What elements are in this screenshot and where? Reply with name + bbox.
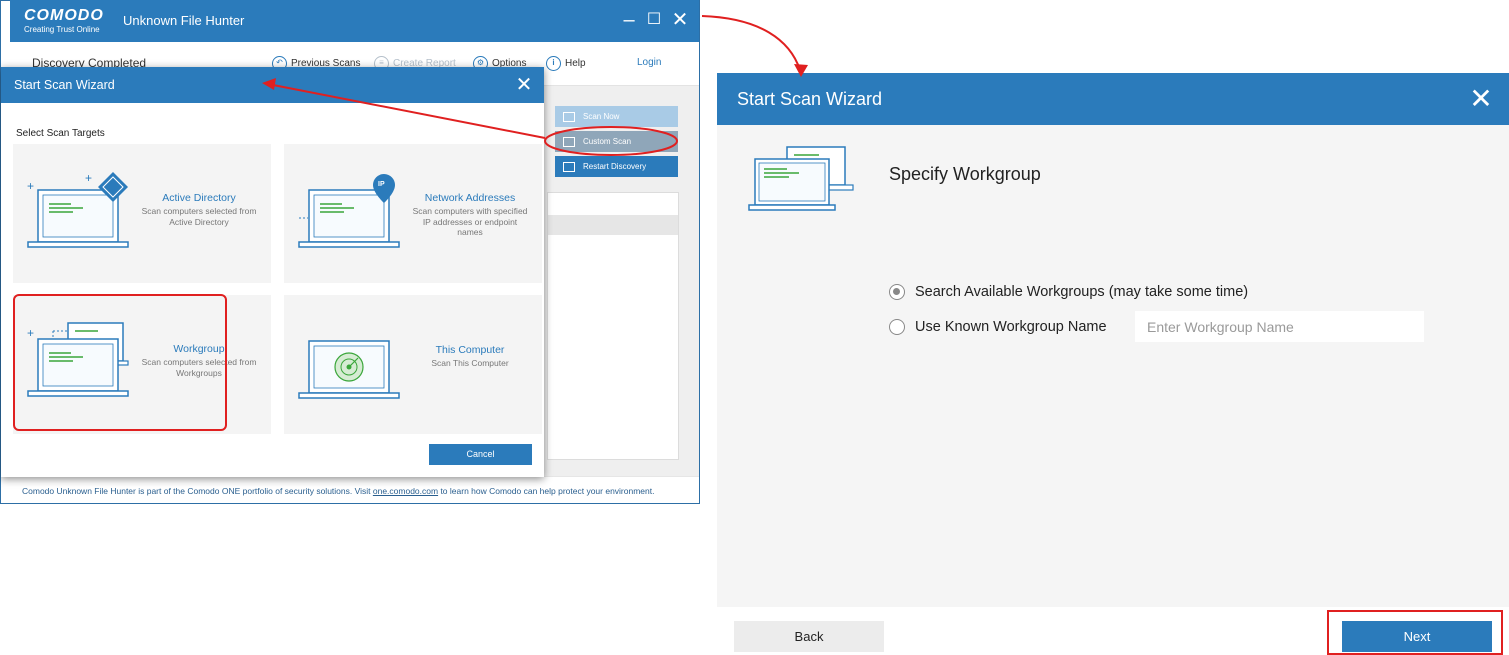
this-computer-icon [298, 340, 400, 399]
close-icon[interactable]: ✕ [513, 73, 535, 97]
active-directory-icon: + + [27, 172, 129, 248]
scan-now-label: Scan Now [583, 112, 620, 121]
workgroup-highlight [13, 294, 227, 431]
close-icon[interactable]: ✕ [669, 8, 691, 32]
results-header-row [548, 215, 678, 235]
start-scan-wizard-expanded: Start Scan Wizard ✕ Specify Workgroup Se… [717, 73, 1509, 655]
tile-desc: Scan computers with specified IP address… [412, 206, 528, 237]
workgroup-icon [748, 146, 854, 211]
workgroup-name-input[interactable] [1135, 311, 1424, 342]
restart-discovery-label: Restart Discovery [583, 162, 647, 171]
info-icon: i [546, 55, 561, 71]
tile-title: Active Directory [162, 192, 236, 204]
help-label: Help [565, 57, 586, 69]
results-panel [547, 192, 679, 460]
list-icon [563, 111, 575, 122]
custom-scan-icon [563, 136, 575, 147]
next-highlight [1327, 610, 1503, 655]
restart-discovery-button[interactable]: Restart Discovery [555, 156, 678, 177]
svg-text:+: + [85, 172, 92, 185]
comodo-logo: COMODO [24, 7, 104, 24]
dialog-title: Start Scan Wizard [14, 78, 115, 92]
help-button[interactable]: i Help [546, 54, 586, 72]
svg-text:+: + [27, 179, 34, 193]
app-title: Unknown File Hunter [123, 13, 245, 28]
title-bar: COMODO Creating Trust Online Unknown Fil… [10, 0, 699, 42]
known-workgroup-option[interactable]: Use Known Workgroup Name [889, 319, 1107, 335]
custom-scan-button[interactable]: Custom Scan [555, 131, 678, 152]
tile-network-addresses[interactable]: IP Network Addresses Scan computers with… [284, 144, 542, 283]
scan-now-button[interactable]: Scan Now [555, 106, 678, 127]
step-title: Specify Workgroup [889, 164, 1041, 184]
tile-text: Network Addresses Scan computers with sp… [410, 192, 530, 238]
footer-link[interactable]: one.comodo.com [373, 486, 438, 496]
footer-text-start: Comodo Unknown File Hunter is part of th… [22, 486, 373, 496]
tile-this-computer[interactable]: This Computer Scan This Computer [284, 295, 542, 434]
known-workgroup-label: Use Known Workgroup Name [915, 319, 1107, 335]
back-button[interactable]: Back [734, 621, 884, 652]
tile-text: Active Directory Scan computers selected… [139, 192, 259, 227]
restart-icon [563, 161, 575, 172]
maximize-icon[interactable]: ☐ [643, 8, 665, 32]
wizard-title: Start Scan Wizard [737, 89, 883, 109]
tile-title: Network Addresses [424, 192, 516, 204]
search-workgroups-label: Search Available Workgroups (may take so… [915, 284, 1249, 300]
logo-tagline: Creating Trust Online [24, 25, 100, 34]
cancel-button[interactable]: Cancel [429, 444, 532, 465]
footer: Comodo Unknown File Hunter is part of th… [10, 476, 699, 503]
network-addresses-icon [298, 174, 400, 248]
minimize-icon[interactable]: – [618, 8, 640, 32]
tile-desc: Scan computers selected from Active Dire… [141, 206, 257, 227]
search-workgroups-radio[interactable] [889, 284, 905, 300]
select-scan-targets-label: Select Scan Targets [16, 128, 105, 139]
search-workgroups-option[interactable]: Search Available Workgroups (may take so… [889, 284, 1248, 300]
wizard-header: Start Scan Wizard ✕ [717, 73, 1509, 125]
tile-desc: Scan This Computer [431, 358, 509, 368]
tile-active-directory[interactable]: + + Active Directory Scan computers sele… [13, 144, 271, 283]
dialog-header: Start Scan Wizard ✕ [1, 67, 544, 103]
known-workgroup-radio[interactable] [889, 319, 905, 335]
tile-text: This Computer Scan This Computer [410, 344, 530, 369]
close-icon[interactable]: ✕ [1466, 83, 1496, 115]
login-link[interactable]: Login [637, 57, 661, 68]
footer-text-end: to learn how Comodo can help protect you… [438, 486, 655, 496]
custom-scan-label: Custom Scan [583, 137, 632, 146]
tile-title: This Computer [435, 344, 505, 356]
ip-badge: IP [378, 181, 385, 188]
